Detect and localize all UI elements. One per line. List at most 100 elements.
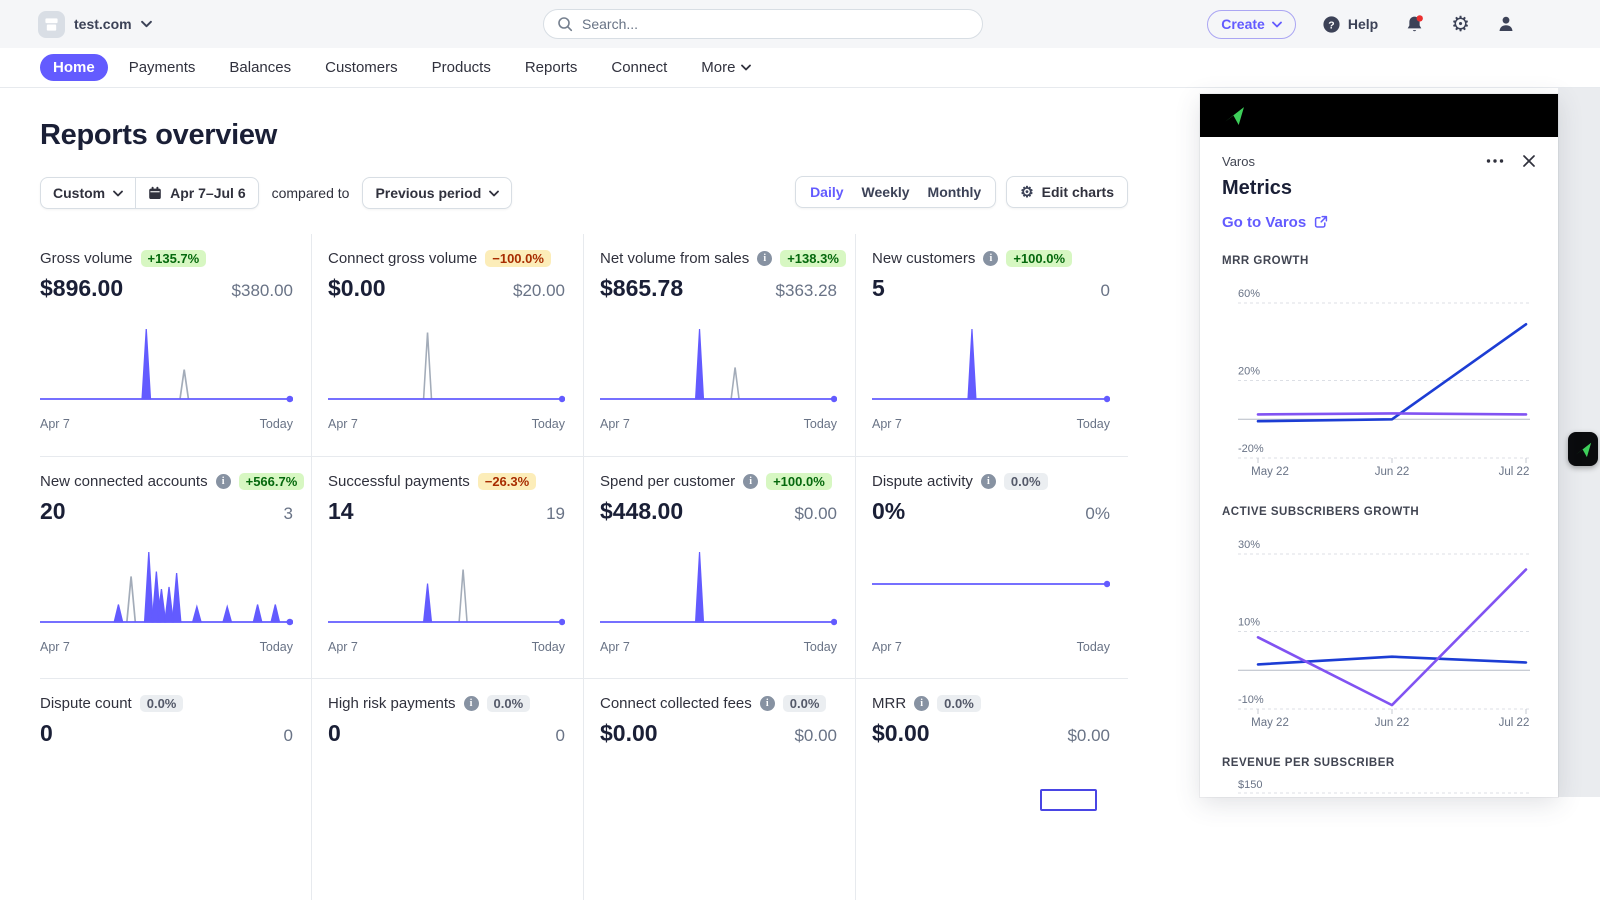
sparkline-chart [328,542,565,638]
info-icon[interactable]: i [980,473,996,489]
main-nav: Home Payments Balances Customers Products Rep… [0,48,1600,88]
metric-card[interactable]: Connect collected fees i 0.0% $0.00 $0.00 [584,678,856,900]
partial-chart-element [1040,789,1097,811]
axis-start-label: Apr 7 [872,417,902,431]
notifications-button[interactable] [1404,14,1425,35]
info-icon[interactable]: i [743,473,759,489]
change-badge: +566.7% [238,472,305,490]
main-content: Reports overview Custom Apr 7–Jul 6 comp… [40,88,1128,900]
sparkline-chart [40,542,293,638]
current-value: $448.00 [600,498,684,524]
granularity-weekly[interactable]: Weekly [853,184,919,200]
profile-button[interactable] [1496,14,1516,34]
nav-item-products[interactable]: Products [419,54,504,81]
info-icon[interactable]: i [463,695,479,711]
bell-icon [1407,14,1424,31]
metric-label: Dispute activity [872,472,973,490]
svg-text:30%: 30% [1238,539,1260,551]
granularity-daily[interactable]: Daily [801,184,852,200]
axis-end-label: Today [259,640,293,654]
help-icon: ? [1323,15,1340,33]
create-button-label: Create [1221,16,1265,32]
nav-item-label: Reports [524,59,578,76]
change-badge: 0.0% [782,694,827,712]
metric-values: 0% 0% [872,497,1110,528]
metric-card[interactable]: Dispute activity i 0.0% 0% 0% Apr 7 Today [856,456,1128,678]
svg-text:60%: 60% [1238,288,1260,300]
change-badge: +138.3% [780,249,846,267]
sparkline-svg [328,332,565,403]
account-name: test.com [74,16,132,32]
previous-value: 3 [283,504,293,523]
metric-card[interactable]: New connected accounts i +566.7% 20 3 Apr 7 To… [40,456,312,678]
metric-label: Successful payments [328,472,470,490]
nav-item-label: Products [431,59,491,76]
store-icon [38,10,65,38]
comparison-dropdown[interactable]: Previous period [362,177,513,209]
metric-card[interactable]: New customers i +100.0% 5 0 Apr 7 Today [856,234,1128,456]
varos-fab-button[interactable] [1568,432,1598,466]
metric-values: $0.00 $20.00 [328,274,565,305]
settings-button[interactable]: ⚙ [1451,14,1470,35]
nav-item-more[interactable]: More [688,54,764,81]
metric-card-header: Successful payments −26.3% [328,471,565,491]
metric-label: Dispute count [40,694,132,712]
nav-item-customers[interactable]: Customers [312,54,411,81]
metric-values: 00 [40,719,293,750]
current-value: 0% [872,498,906,524]
change-badge: 0.0% [937,694,981,712]
chevron-down-icon [140,20,152,28]
svg-text:20%: 20% [1238,366,1260,378]
topbar: test.com Search... Create ? Help ⚙ [0,0,1600,48]
go-to-varos-link[interactable]: Go to Varos [1222,213,1536,231]
metric-card[interactable]: Connect gross volume −100.0% $0.00 $20.00 Ap… [312,234,584,456]
info-icon[interactable]: i [757,250,773,266]
granularity-monthly[interactable]: Monthly [919,184,991,200]
search-placeholder: Search... [582,16,639,32]
chevron-down-icon [113,190,124,196]
info-icon[interactable]: i [215,473,231,489]
nav-item-label: Connect [611,59,668,76]
sparkline-axis: Apr 7 Today [872,640,1110,654]
metric-card[interactable]: High risk payments i 0.0% 0 0 [312,678,584,900]
nav-item-home[interactable]: Home [40,54,108,81]
metric-card[interactable]: Dispute count 0.0% 0 0 [40,678,312,900]
help-button[interactable]: ? Help [1322,15,1378,34]
close-icon [1523,155,1535,167]
gear-icon: ⚙ [1451,12,1470,36]
metric-card[interactable]: Spend per customer i +100.0% $448.00 $0.00 Ap… [584,456,856,678]
info-icon[interactable]: i [759,695,775,711]
change-badge: −100.0% [485,249,551,267]
mrr-growth-chart: 60% 20% -20% May 22 Jun 22 Jul 22 [1238,288,1530,478]
metric-label: High risk payments [328,694,456,712]
change-badge: 0.0% [486,694,531,712]
sparkline-axis: Apr 7 Today [328,640,565,654]
nav-item-reports[interactable]: Reports [512,54,591,81]
search-input[interactable]: Search... [543,9,983,39]
previous-value: 0% [1085,504,1110,523]
close-panel-button[interactable] [1522,154,1536,168]
info-icon[interactable]: i [914,695,930,711]
edit-charts-button[interactable]: ⚙ Edit charts [1006,176,1128,208]
range-type-dropdown[interactable]: Custom [41,178,135,208]
metric-card[interactable]: Successful payments −26.3% 14 19 Apr 7 Today [312,456,584,678]
previous-value: $20.00 [513,281,565,300]
axis-end-label: Today [531,417,565,431]
metric-values: $0.00 $0.00 [600,719,837,750]
nav-item-connect[interactable]: Connect [598,54,680,81]
metric-card-header: Dispute activity i 0.0% [872,471,1110,491]
sparkline-chart [872,542,1110,638]
metric-card[interactable]: Gross volume +135.7% $896.00 $380.00 Apr 7 To… [40,234,312,456]
info-icon[interactable]: i [983,250,999,266]
axis-start-label: Apr 7 [40,640,70,654]
create-button[interactable]: Create [1207,9,1296,39]
help-label: Help [1347,16,1379,32]
nav-item-payments[interactable]: Payments [116,54,209,81]
account-switcher[interactable]: test.com [38,0,152,48]
more-options-button[interactable] [1486,158,1504,164]
current-value: $0.00 [872,720,930,746]
date-range-button[interactable]: Apr 7–Jul 6 [135,178,257,208]
nav-item-balances[interactable]: Balances [216,54,304,81]
metric-card[interactable]: Net volume from sales i +138.3% $865.78 $363… [584,234,856,456]
external-link-icon [1315,215,1328,228]
